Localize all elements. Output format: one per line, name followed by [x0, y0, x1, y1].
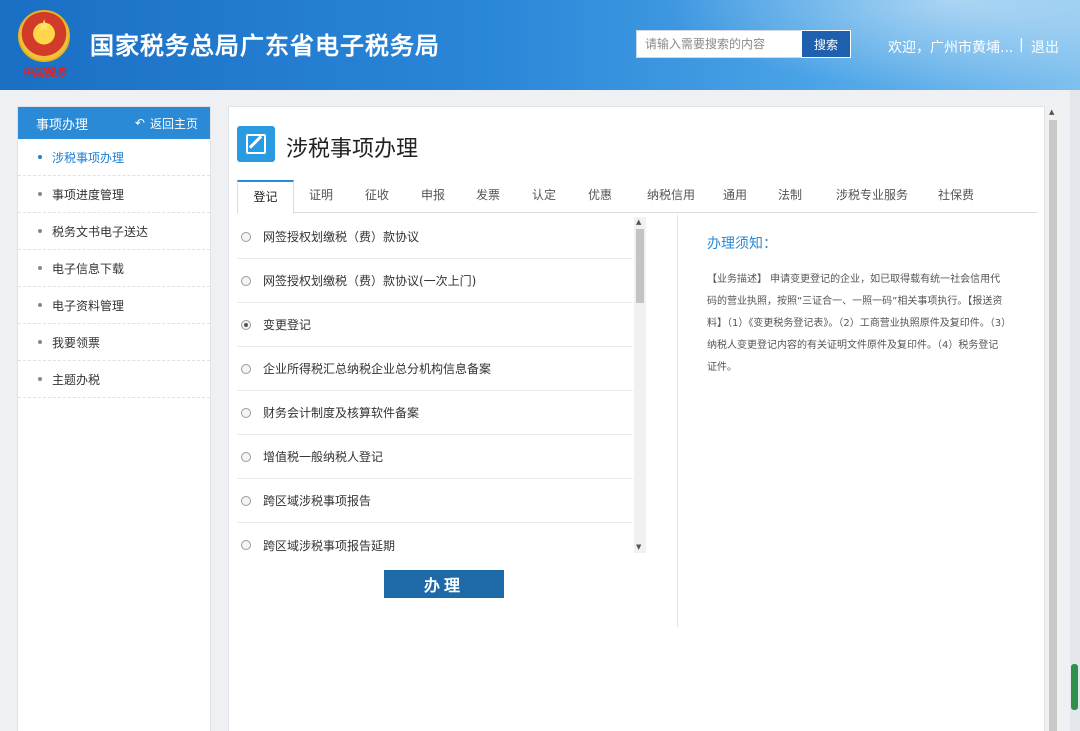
site-title: 国家税务总局广东省电子税务局 — [90, 32, 440, 60]
option-label: 网签授权划缴税（费）款协议(一次上门) — [263, 274, 477, 288]
sidebar-item-label: 主题办税 — [52, 372, 101, 387]
tab-social-insurance[interactable]: 社保费 — [935, 180, 977, 213]
tab-preference[interactable]: 优惠 — [580, 180, 620, 213]
sidebar-item-tax-matters[interactable]: 涉税事项办理 — [18, 139, 210, 176]
sidebar: 事项办理 ↶ 返回主页 涉税事项办理 事项进度管理 税务文书电子送达 电子信息下… — [17, 106, 211, 731]
bullet-icon — [38, 340, 42, 344]
scroll-up-icon[interactable]: ▲ — [636, 218, 641, 226]
notice-title: 办理须知： — [707, 236, 777, 252]
bullet-icon — [38, 377, 42, 381]
bullet-icon — [38, 229, 42, 233]
option-label: 企业所得税汇总纳税企业总分机构信息备案 — [263, 362, 492, 376]
radio-button[interactable] — [241, 495, 251, 506]
list-item[interactable]: 跨区域涉税事项报告 — [237, 479, 633, 523]
bullet-icon — [38, 192, 42, 196]
notice-panel: 办理须知： 【业务描述】 申请变更登记的企业，如已取得载有统一社会信用代码的营业… — [707, 233, 1007, 379]
main-panel: 涉税事项办理 登记 证明 征收 申报 发票 认定 优惠 纳税信用 通用 法制 涉… — [228, 106, 1045, 731]
option-label: 网签授权划缴税（费）款协议 — [263, 230, 420, 244]
sidebar-item-download[interactable]: 电子信息下载 — [18, 250, 210, 287]
sidebar-item-topic-tax[interactable]: 主题办税 — [18, 361, 210, 398]
sidebar-item-invoice[interactable]: 我要领票 — [18, 324, 210, 361]
sidebar-item-label: 税务文书电子送达 — [52, 224, 149, 239]
tab-registration[interactable]: 登记 — [237, 180, 294, 214]
emblem-caption: 中国税务 — [22, 66, 66, 79]
panel-divider — [677, 215, 678, 627]
process-button[interactable]: 办理 — [384, 570, 504, 598]
option-list-scrollbar[interactable]: ▲ ▼ — [634, 217, 646, 553]
bullet-icon — [38, 155, 42, 159]
logout-link[interactable]: 退出 — [1031, 37, 1059, 57]
sidebar-item-label: 事项进度管理 — [52, 187, 125, 202]
sidebar-item-label: 涉税事项办理 — [52, 150, 125, 165]
page-scrollbar[interactable]: ▲ — [1047, 106, 1059, 731]
tab-certificate[interactable]: 证明 — [301, 180, 341, 213]
notice-body: 【业务描述】 申请变更登记的企业，如已取得载有统一社会信用代码的营业执照，按照“… — [707, 274, 1007, 373]
sidebar-item-label: 我要领票 — [52, 335, 101, 350]
list-item[interactable]: 变更登记 — [237, 303, 633, 347]
list-item[interactable]: 网签授权划缴税（费）款协议(一次上门) — [237, 259, 633, 303]
tab-general[interactable]: 通用 — [715, 180, 755, 213]
list-item[interactable]: 企业所得税汇总纳税企业总分机构信息备案 — [237, 347, 633, 391]
scroll-down-icon[interactable]: ▼ — [636, 543, 641, 551]
sidebar-header: 事项办理 ↶ 返回主页 — [18, 107, 210, 139]
tab-legal[interactable]: 法制 — [770, 180, 810, 213]
bullet-icon — [38, 303, 42, 307]
radio-button[interactable] — [241, 451, 251, 462]
radio-button-selected[interactable] — [241, 319, 251, 330]
scrollbar-thumb[interactable] — [1049, 120, 1057, 731]
header-separator: | — [1019, 37, 1024, 53]
back-home-link[interactable]: ↶ 返回主页 — [135, 115, 198, 132]
search-input[interactable] — [636, 30, 802, 58]
tab-tax-professional[interactable]: 涉税专业服务 — [832, 180, 912, 213]
option-label: 跨区域涉税事项报告延期 — [263, 538, 396, 553]
option-label: 变更登记 — [263, 318, 312, 332]
side-indicator-bar — [1071, 664, 1078, 710]
sidebar-item-e-delivery[interactable]: 税务文书电子送达 — [18, 213, 210, 250]
radio-button[interactable] — [241, 275, 251, 286]
tab-collection[interactable]: 征收 — [357, 180, 397, 213]
tab-declaration[interactable]: 申报 — [413, 180, 453, 213]
sidebar-item-progress[interactable]: 事项进度管理 — [18, 176, 210, 213]
page-title: 涉税事项办理 — [286, 137, 419, 162]
tab-qualification[interactable]: 认定 — [524, 180, 564, 213]
list-item[interactable]: 跨区域涉税事项报告延期 — [237, 523, 633, 555]
radio-button[interactable] — [241, 540, 251, 550]
back-arrow-icon: ↶ — [134, 116, 145, 130]
list-item[interactable]: 网签授权划缴税（费）款协议 — [237, 215, 633, 259]
emblem-star-icon: ★ — [37, 16, 52, 35]
edit-icon — [237, 126, 275, 162]
radio-button[interactable] — [241, 363, 251, 374]
tab-tax-credit[interactable]: 纳税信用 — [641, 180, 701, 213]
scroll-up-icon[interactable]: ▲ — [1049, 108, 1054, 116]
window-edge-strip — [1070, 90, 1080, 731]
option-label: 跨区域涉税事项报告 — [263, 494, 372, 508]
category-tabs: 登记 证明 征收 申报 发票 认定 优惠 纳税信用 通用 法制 涉税专业服务 社… — [237, 180, 1037, 214]
bullet-icon — [38, 266, 42, 270]
sidebar-item-label: 电子资料管理 — [52, 298, 125, 313]
list-item[interactable]: 增值税一般纳税人登记 — [237, 435, 633, 479]
matter-option-list: 网签授权划缴税（费）款协议 网签授权划缴税（费）款协议(一次上门) 变更登记 企… — [237, 215, 647, 555]
scrollbar-thumb[interactable] — [636, 229, 644, 303]
site-header: ★ 中国税务 国家税务总局广东省电子税务局 搜索 欢迎，广州市黄埔... | 退… — [0, 0, 1080, 90]
sidebar-item-label: 电子信息下载 — [52, 261, 125, 276]
sidebar-item-e-documents[interactable]: 电子资料管理 — [18, 287, 210, 324]
list-item[interactable]: 财务会计制度及核算软件备案 — [237, 391, 633, 435]
search-button[interactable]: 搜索 — [801, 30, 851, 58]
option-label: 增值税一般纳税人登记 — [263, 450, 384, 464]
welcome-user-text: 欢迎，广州市黄埔... — [888, 40, 1014, 56]
sidebar-heading: 事项办理 — [36, 117, 89, 133]
radio-button[interactable] — [241, 407, 251, 418]
option-label: 财务会计制度及核算软件备案 — [263, 406, 420, 420]
back-home-label: 返回主页 — [149, 116, 198, 131]
tab-invoice[interactable]: 发票 — [468, 180, 508, 213]
radio-button[interactable] — [241, 231, 251, 242]
